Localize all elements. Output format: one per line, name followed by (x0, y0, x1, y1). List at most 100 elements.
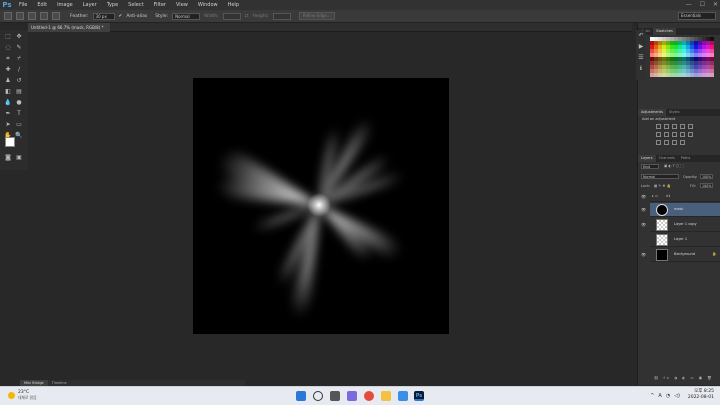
wifi-icon[interactable]: ◔ (666, 393, 670, 399)
task-view-icon[interactable] (330, 391, 340, 401)
swap-icon[interactable]: ⇄ (245, 14, 249, 19)
visibility-eye-icon[interactable]: 👁 (641, 207, 646, 212)
new-selection-icon[interactable] (16, 12, 24, 20)
feather-input[interactable]: 30 px (92, 12, 115, 20)
chevron-up-icon[interactable]: ^ (650, 393, 654, 399)
photoshop-taskbar-icon[interactable]: Ps (414, 391, 424, 401)
marquee-tool-preset-icon[interactable] (4, 12, 12, 20)
intersect-selection-icon[interactable] (52, 12, 60, 20)
menu-edit[interactable]: Edit (32, 0, 52, 10)
layer-row[interactable]: 👁 Layer 1 copy (641, 218, 720, 232)
brush-tool-icon[interactable]: ∕ (15, 66, 23, 74)
type-tool-icon[interactable]: T (15, 110, 23, 118)
app-icon[interactable] (398, 391, 408, 401)
eyedropper-tool-icon[interactable]: ⌿ (15, 55, 23, 63)
maximize-button[interactable]: ☐ (700, 0, 705, 10)
tab-layers[interactable]: Layers (638, 155, 656, 162)
dodge-tool-icon[interactable]: ● (15, 99, 23, 107)
start-icon[interactable] (296, 391, 306, 401)
screen-mode-icon[interactable]: ▣ (15, 154, 23, 162)
lock-icons[interactable]: ▦ ✎ ✥ 🔒 (654, 184, 671, 188)
document-tab[interactable]: Untitled-1 @ 66.7% (mask, RGB/8) * × (28, 23, 110, 39)
exposure-icon[interactable] (680, 124, 685, 129)
minimize-button[interactable]: — (686, 0, 692, 10)
clock[interactable]: 오후 8:25 2022-08-01 (688, 389, 714, 401)
volume-icon[interactable]: ◁) (674, 393, 680, 399)
photo-filter-icon[interactable] (680, 132, 685, 137)
invert-icon[interactable] (656, 140, 661, 145)
refine-edge-button[interactable]: Refine Edge... (298, 12, 335, 20)
move-tool-icon[interactable]: ✥ (15, 33, 23, 41)
file-explorer-icon[interactable] (381, 391, 391, 401)
swatch[interactable] (710, 73, 714, 77)
style-select[interactable]: Normal (172, 12, 201, 20)
threshold-icon[interactable] (672, 140, 677, 145)
levels-icon[interactable] (664, 124, 669, 129)
tab-swatches[interactable]: Swatches (653, 28, 676, 35)
quick-mask-icon[interactable]: ◙ (4, 154, 12, 162)
menu-file[interactable]: File (14, 0, 32, 10)
search-icon[interactable] (313, 391, 323, 401)
brightness-contrast-icon[interactable] (656, 124, 661, 129)
layer-row[interactable]: Layer 1 (650, 233, 720, 247)
width-input[interactable] (222, 12, 241, 20)
layers-footer-icons[interactable]: ⛓ fx ◑ ◐ ▭ ▣ 🗑 (654, 376, 714, 380)
menu-select[interactable]: Select (123, 0, 148, 10)
info-icon[interactable]: ℹ (637, 65, 645, 73)
blur-tool-icon[interactable]: 💧 (4, 99, 12, 107)
clone-stamp-tool-icon[interactable]: ♟ (4, 77, 12, 85)
menu-image[interactable]: Image (52, 0, 78, 10)
eraser-tool-icon[interactable]: ◧ (4, 88, 12, 96)
teams-chat-icon[interactable] (347, 391, 357, 401)
tab-paths[interactable]: Paths (678, 155, 694, 162)
layer-row-background[interactable]: 👁 Background 🔒 (641, 248, 720, 262)
menu-window[interactable]: Window (193, 0, 223, 10)
foreground-color-swatch[interactable] (5, 137, 15, 147)
weather-widget[interactable]: 23°C 대체로 맑음 (8, 390, 37, 400)
path-select-tool-icon[interactable]: ➤ (4, 121, 12, 129)
menu-layer[interactable]: Layer (78, 0, 102, 10)
close-button[interactable]: ✕ (713, 0, 718, 10)
height-input[interactable] (272, 12, 291, 20)
gradient-tool-icon[interactable]: ▤ (15, 88, 23, 96)
layer-row-selected[interactable]: 👁 mask (641, 203, 720, 217)
fill-input[interactable]: 100% (700, 183, 713, 188)
pen-tool-icon[interactable]: ✒ (4, 110, 12, 118)
actions-icon[interactable]: ▶ (637, 43, 645, 51)
add-selection-icon[interactable] (28, 12, 36, 20)
menu-filter[interactable]: Filter (149, 0, 171, 10)
quick-select-tool-icon[interactable]: ✎ (15, 44, 23, 52)
tab-adjustments[interactable]: Adjustments (638, 109, 666, 116)
workspace-select[interactable]: Essentials (678, 12, 716, 20)
opacity-input[interactable]: 100% (700, 174, 713, 179)
shape-tool-icon[interactable]: ▭ (15, 121, 23, 129)
history-icon[interactable]: ↶ (637, 32, 645, 40)
properties-icon[interactable]: ☰ (637, 54, 645, 62)
subtract-selection-icon[interactable] (40, 12, 48, 20)
gradient-map-icon[interactable] (680, 140, 685, 145)
healing-brush-tool-icon[interactable]: ✚ (4, 66, 12, 74)
posterize-icon[interactable] (664, 140, 669, 145)
layer-filter-kind-select[interactable]: Kind (641, 164, 659, 169)
menu-type[interactable]: Type (102, 0, 123, 10)
zoom-tool-icon[interactable]: 🔍 (15, 132, 23, 140)
crop-tool-icon[interactable]: ⌗ (4, 55, 12, 63)
menu-view[interactable]: View (171, 0, 193, 10)
chrome-icon[interactable] (364, 391, 374, 401)
ime-indicator[interactable]: A (658, 393, 661, 399)
hue-saturation-icon[interactable] (656, 132, 661, 137)
tab-channels[interactable]: Channels (656, 155, 678, 162)
history-brush-tool-icon[interactable]: ↺ (15, 77, 23, 85)
blend-mode-select[interactable]: Normal (641, 174, 679, 179)
swatches-grid[interactable] (650, 37, 716, 79)
layer-row-group[interactable]: 👁 ▸ ▭ v1 (641, 192, 720, 202)
marquee-tool-icon[interactable]: ⬚ (4, 33, 12, 41)
menu-help[interactable]: Help (223, 0, 244, 10)
black-white-icon[interactable] (672, 132, 677, 137)
vibrance-icon[interactable] (688, 124, 693, 129)
curves-icon[interactable] (672, 124, 677, 129)
visibility-eye-icon[interactable]: 👁 (641, 222, 646, 227)
color-balance-icon[interactable] (664, 132, 669, 137)
system-tray[interactable]: ^ A ◔ ◁) (650, 393, 680, 399)
visibility-eye-icon[interactable]: 👁 (641, 252, 646, 257)
